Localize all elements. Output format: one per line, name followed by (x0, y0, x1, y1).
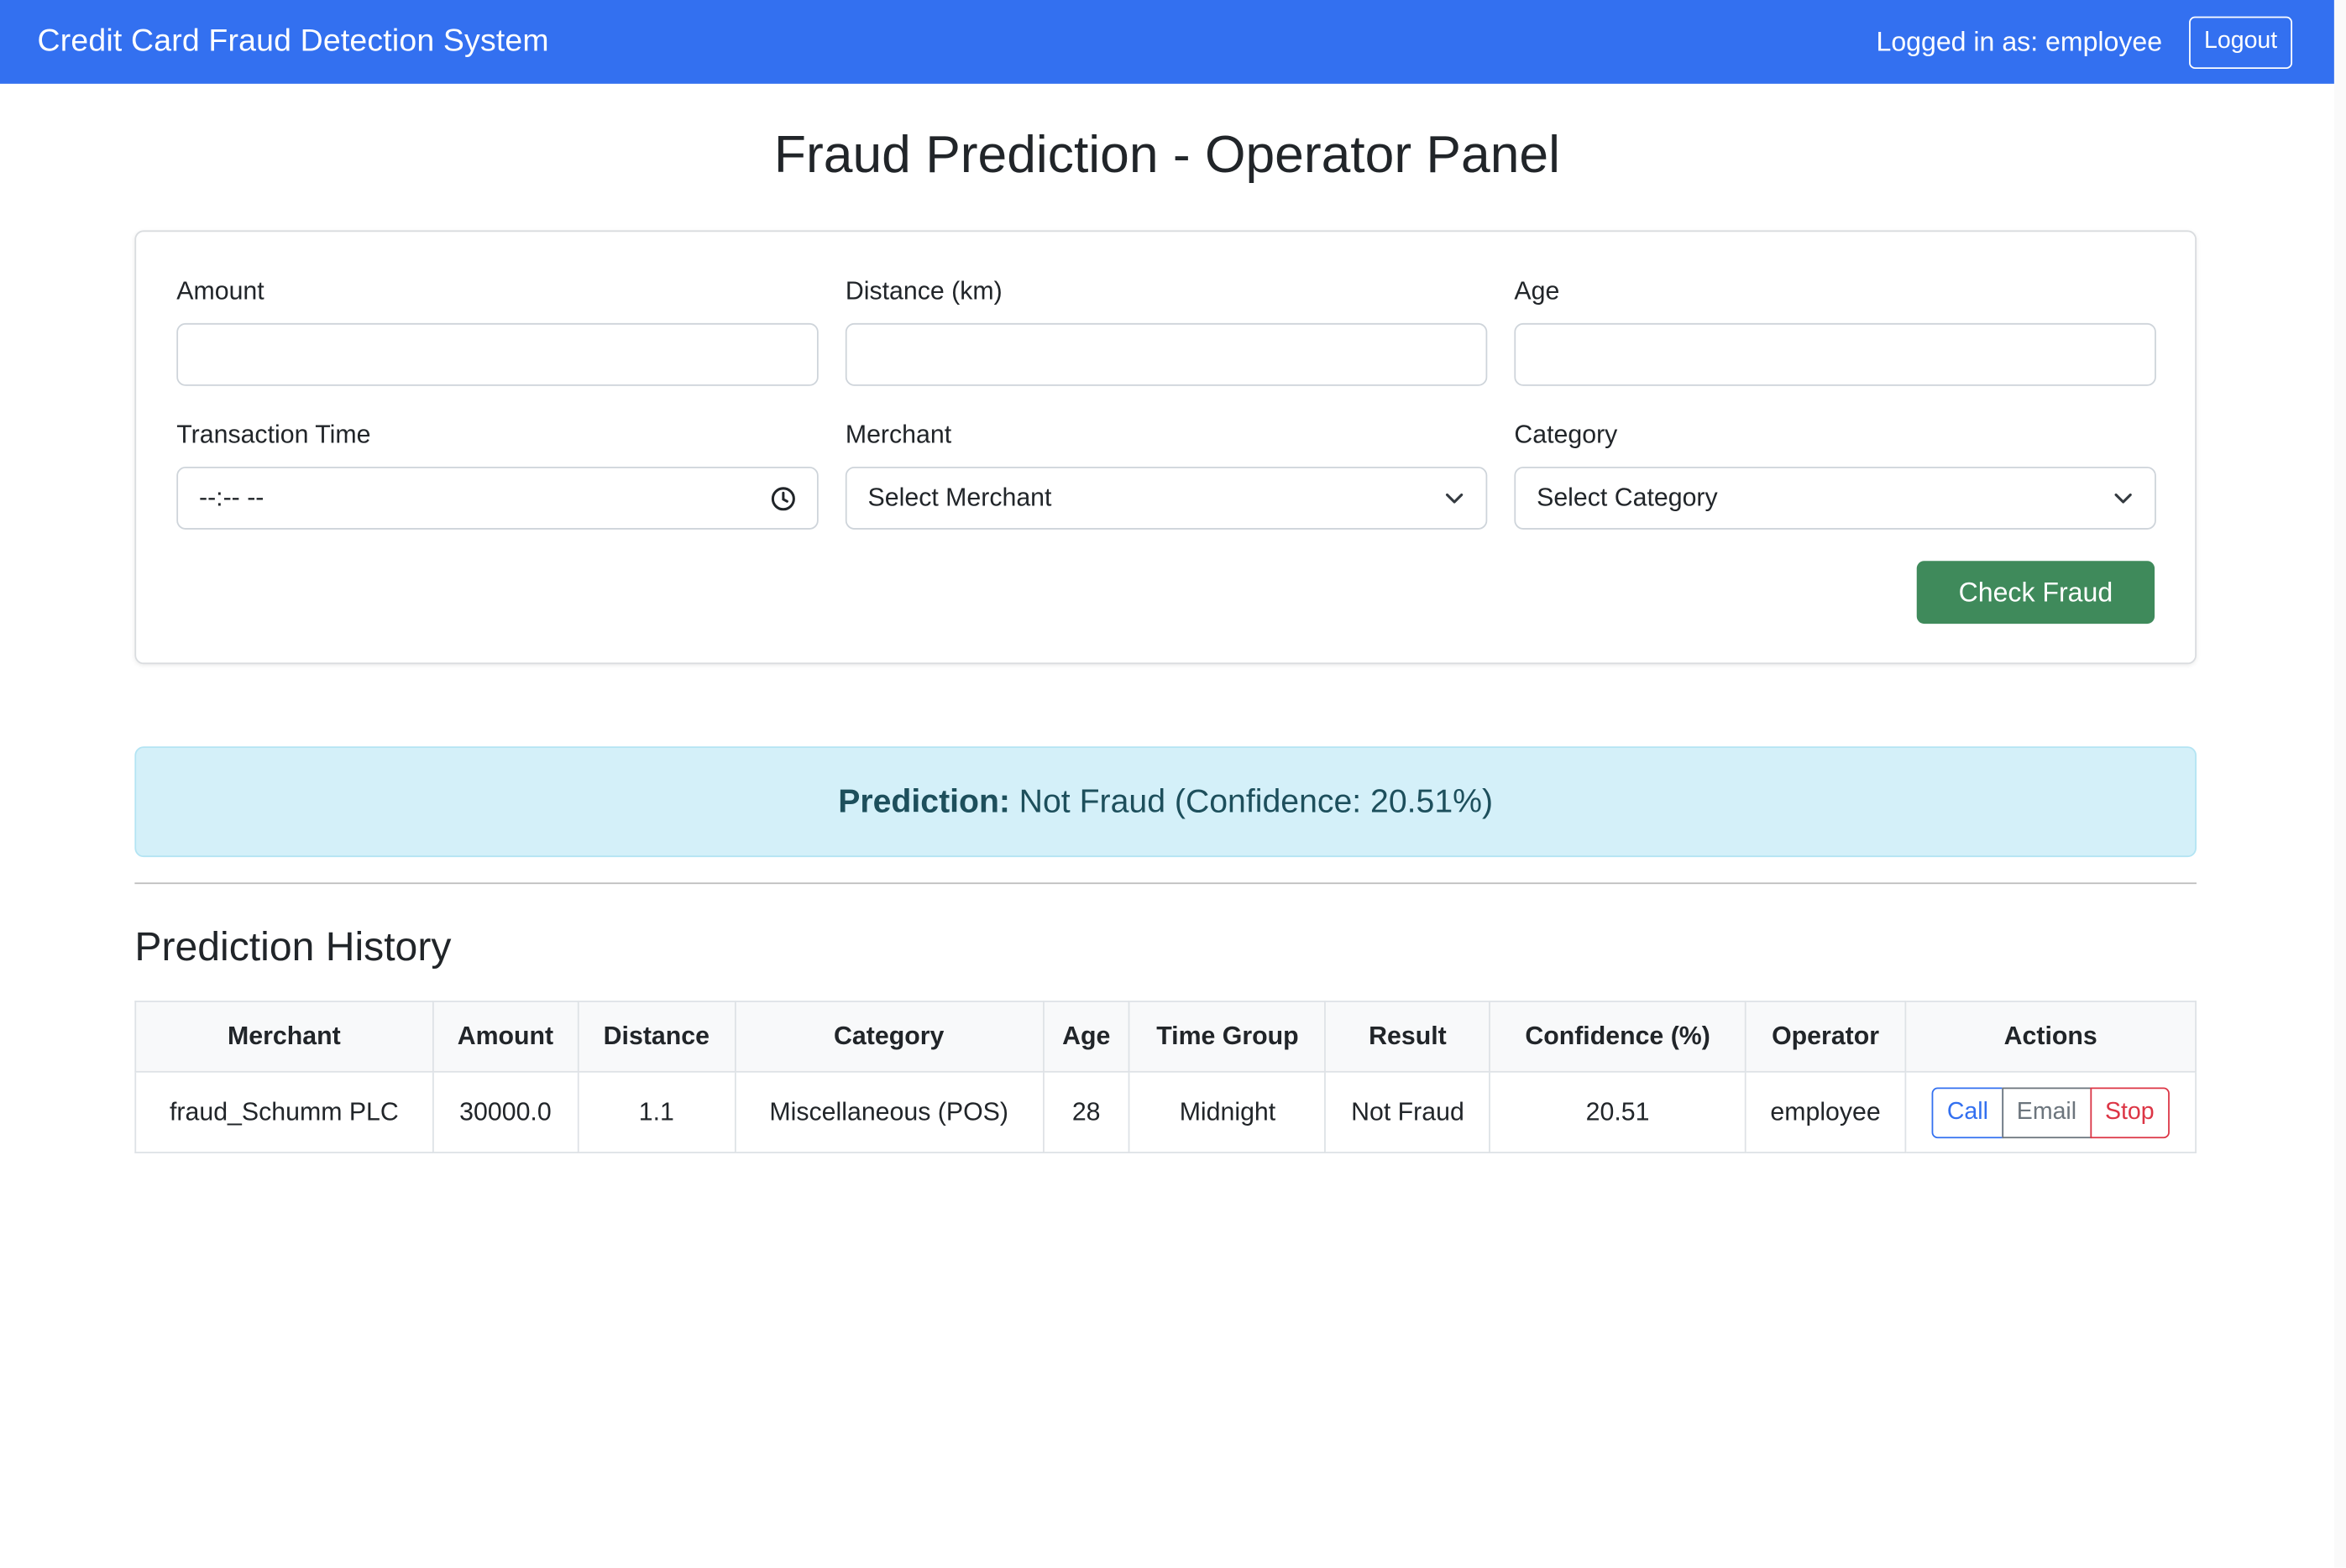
age-input-box[interactable] (1514, 322, 2156, 386)
category-select[interactable]: Select Category (1514, 466, 2156, 530)
prediction-history-table: Merchant Amount Distance Category Age Ti… (134, 1001, 2197, 1153)
cell-confidence: 20.51 (1489, 1070, 1746, 1153)
merchant-field-group: Merchant Select Merchant (845, 420, 1488, 530)
cell-distance: 1.1 (577, 1070, 736, 1153)
time-label: Transaction Time (176, 420, 371, 449)
section-divider (134, 882, 2197, 885)
merchant-label: Merchant (845, 420, 952, 449)
amount-field-group: Amount (176, 276, 819, 386)
column-header-operator: Operator (1744, 1001, 1907, 1073)
brand-title[interactable]: Credit Card Fraud Detection System (38, 24, 549, 60)
table-row: fraud_Schumm PLC 30000.0 1.1 Miscellaneo… (134, 1070, 2197, 1153)
cell-time-group: Midnight (1128, 1070, 1327, 1153)
column-header-distance: Distance (577, 1001, 736, 1073)
cell-result: Not Fraud (1324, 1070, 1491, 1153)
amount-label: Amount (176, 276, 264, 306)
age-label: Age (1514, 276, 1560, 306)
column-header-age: Age (1042, 1001, 1131, 1073)
stop-button[interactable]: Stop (2090, 1086, 2170, 1138)
prediction-form-card: Amount Distance (km) Age Transaction Tim… (134, 230, 2197, 665)
category-selected-value: Select Category (1537, 483, 1718, 512)
call-button[interactable]: Call (1932, 1086, 2003, 1138)
chevron-down-icon (1444, 488, 1465, 509)
distance-label: Distance (km) (845, 276, 1003, 306)
category-field-group: Category Select Category (1514, 420, 2156, 530)
page-scrollbar[interactable] (2333, 0, 2346, 1568)
age-input[interactable] (1537, 339, 2134, 370)
distance-input-box[interactable] (845, 322, 1488, 386)
amount-input-box[interactable] (176, 322, 819, 386)
age-field-group: Age (1514, 276, 2156, 386)
prediction-result-alert: Prediction: Not Fraud (Confidence: 20.51… (134, 746, 2197, 858)
category-label: Category (1514, 420, 1618, 449)
time-placeholder: --:-- -- (199, 483, 264, 512)
time-input[interactable]: --:-- -- (176, 466, 819, 530)
column-header-result: Result (1324, 1001, 1491, 1073)
column-header-amount: Amount (432, 1001, 579, 1073)
logged-in-user: Logged in as: employee (1876, 26, 2163, 56)
table-header-row: Merchant Amount Distance Category Age Ti… (134, 1001, 2197, 1073)
cell-category: Miscellaneous (POS) (734, 1070, 1044, 1153)
page-title: Fraud Prediction - Operator Panel (773, 125, 1560, 185)
cell-amount: 30000.0 (432, 1070, 579, 1153)
action-button-group: Call Email Stop (1932, 1086, 2170, 1138)
email-button[interactable]: Email (2001, 1086, 2092, 1138)
column-header-merchant: Merchant (134, 1001, 434, 1073)
column-header-time-group: Time Group (1128, 1001, 1327, 1073)
column-header-category: Category (734, 1001, 1044, 1073)
cell-operator: employee (1744, 1070, 1907, 1153)
time-field-group: Transaction Time --:-- -- (176, 420, 819, 530)
logout-button[interactable]: Logout (2189, 15, 2293, 69)
amount-input[interactable] (199, 339, 797, 370)
merchant-selected-value: Select Merchant (867, 483, 1052, 512)
column-header-confidence: Confidence (%) (1489, 1001, 1746, 1073)
cell-merchant: fraud_Schumm PLC (134, 1070, 434, 1153)
distance-field-group: Distance (km) (845, 276, 1488, 386)
clock-icon[interactable] (771, 485, 796, 510)
prediction-label: Prediction: (838, 781, 1010, 820)
distance-input[interactable] (867, 339, 1465, 370)
check-fraud-button[interactable]: Check Fraud (1916, 561, 2155, 625)
app-window: Credit Card Fraud Detection System Logge… (0, 0, 2346, 1568)
cell-age: 28 (1042, 1070, 1131, 1153)
column-header-actions: Actions (1904, 1001, 2197, 1073)
merchant-select[interactable]: Select Merchant (845, 466, 1488, 530)
cell-actions: Call Email Stop (1904, 1070, 2197, 1153)
prediction-text: Not Fraud (Confidence: 20.51%) (1019, 781, 1494, 820)
top-navbar: Credit Card Fraud Detection System Logge… (0, 0, 2334, 84)
history-title: Prediction History (134, 924, 452, 970)
chevron-down-icon (2113, 488, 2134, 509)
navbar-user-area: Logged in as: employee Logout (1876, 15, 2293, 69)
